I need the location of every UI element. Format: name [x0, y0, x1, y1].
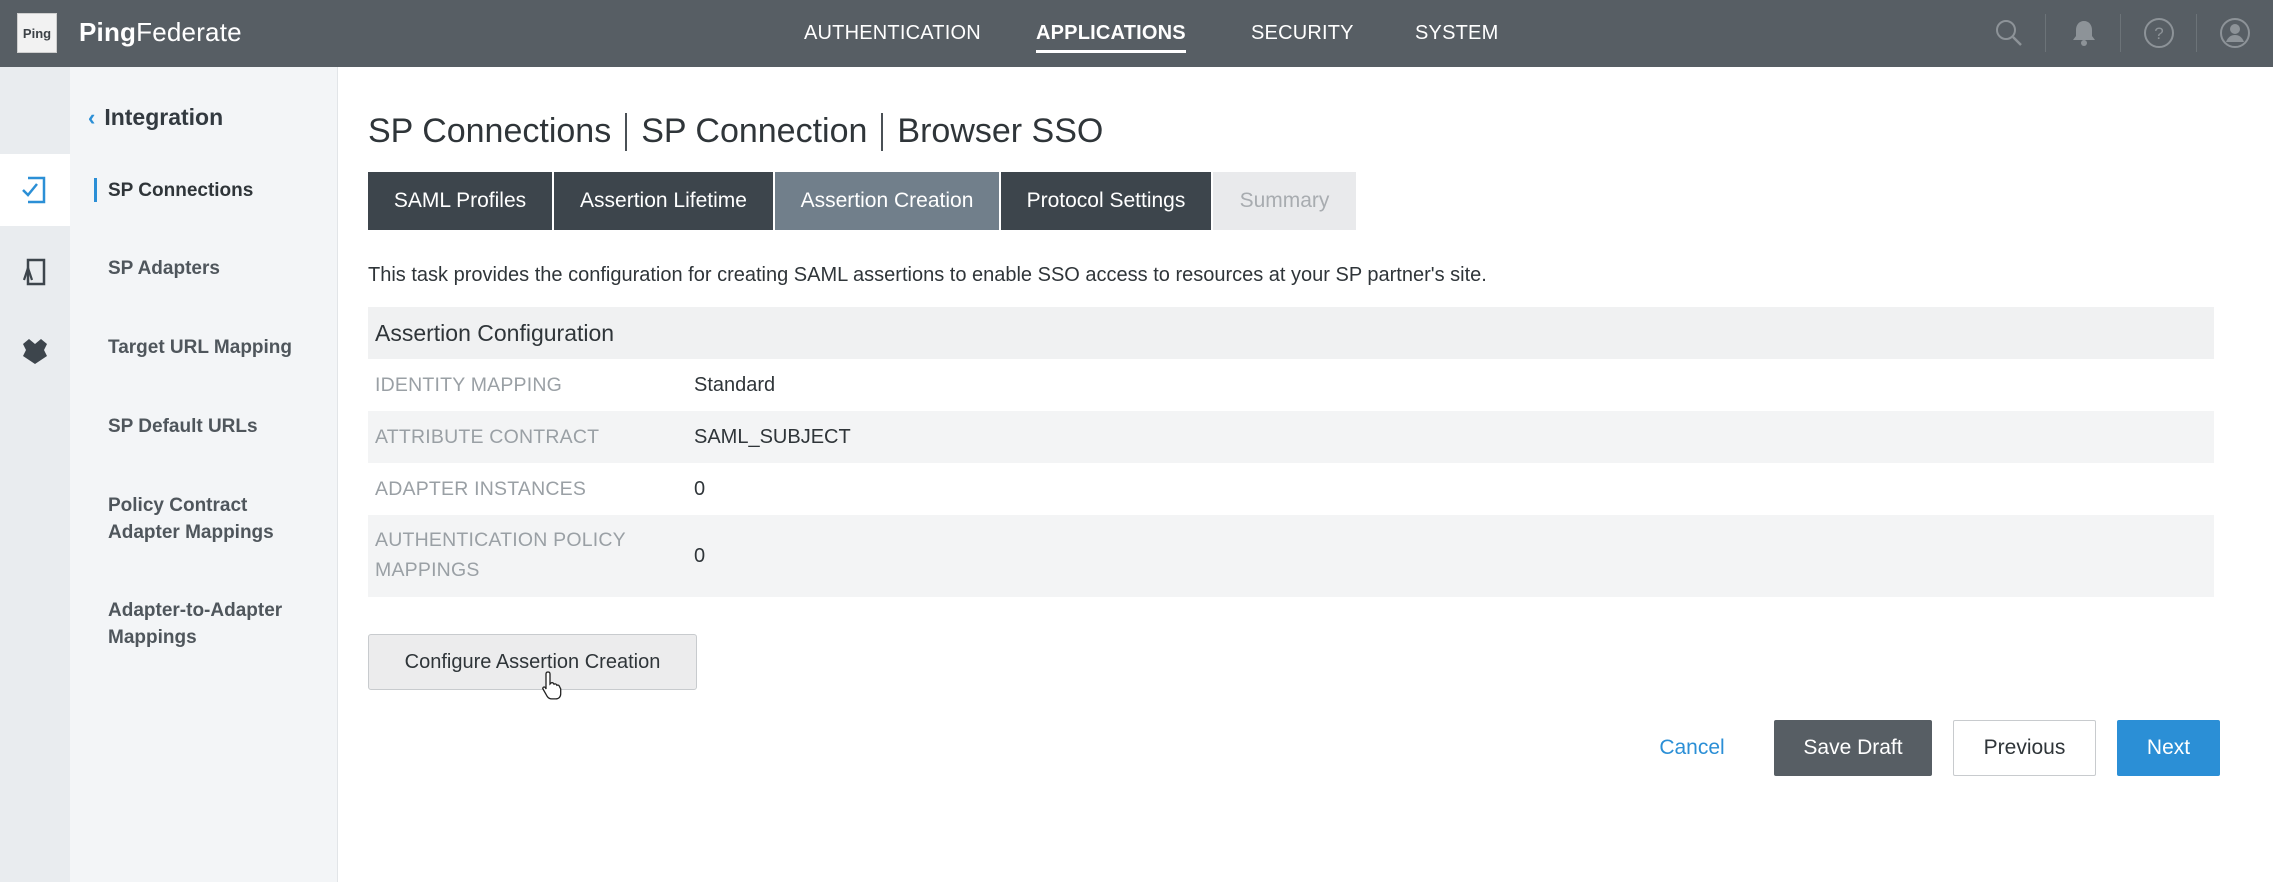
sidebar-item-target-url-mapping[interactable]: Target URL Mapping	[108, 334, 328, 361]
brand-light: Federate	[136, 17, 242, 47]
breadcrumb-separator	[881, 112, 884, 151]
breadcrumb-separator	[625, 112, 628, 151]
help-icon[interactable]: ?	[2142, 16, 2176, 50]
assertion-configuration-panel: Assertion Configuration IDENTITY MAPPING…	[368, 307, 2214, 597]
sidebar-item-sp-adapters[interactable]: SP Adapters	[108, 255, 328, 282]
wizard-tabs: SAML Profiles Assertion Lifetime Asserti…	[368, 172, 1358, 230]
sidebar-item-sp-connections[interactable]: SP Connections	[94, 177, 328, 204]
tab-assertion-creation[interactable]: Assertion Creation	[775, 172, 999, 230]
ping-logo[interactable]: Ping	[17, 13, 57, 53]
divider	[2120, 14, 2121, 52]
sp-adapters-icon[interactable]	[17, 254, 53, 290]
tab-protocol-settings[interactable]: Protocol Settings	[1001, 172, 1211, 230]
config-row: ADAPTER INSTANCES 0	[368, 463, 2214, 515]
nav-security[interactable]: SECURITY	[1251, 22, 1354, 45]
chevron-left-icon: ‹	[88, 104, 96, 130]
config-value: 0	[694, 545, 706, 567]
config-label: ADAPTER INSTANCES	[375, 478, 587, 500]
back-integration[interactable]: ‹ Integration	[88, 104, 223, 131]
config-label: IDENTITY MAPPING	[375, 374, 563, 396]
svg-text:?: ?	[2154, 24, 2163, 43]
tab-saml-profiles[interactable]: SAML Profiles	[368, 172, 552, 230]
divider	[2045, 14, 2046, 52]
top-navigation-bar: Ping PingFederate AUTHENTICATION APPLICA…	[0, 0, 2273, 67]
divider	[2196, 14, 2197, 52]
next-button[interactable]: Next	[2117, 720, 2220, 776]
config-row: ATTRIBUTE CONTRACT SAML_SUBJECT	[368, 411, 2214, 463]
logo-text: Ping	[22, 25, 52, 41]
sp-connections-icon[interactable]	[17, 172, 53, 208]
sidebar-item-sp-default-urls[interactable]: SP Default URLs	[108, 413, 328, 440]
sidebar-heading: Integration	[104, 104, 224, 130]
breadcrumb-sp-connections: SP Connections	[368, 112, 612, 150]
task-description: This task provides the configuration for…	[368, 264, 1487, 286]
config-label: AUTHENTICATION POLICY MAPPINGS	[375, 529, 626, 581]
tab-summary: Summary	[1213, 172, 1356, 230]
sidebar-item-adapter-to-adapter-mappings[interactable]: Adapter-to-Adapter Mappings	[108, 597, 308, 651]
nav-applications[interactable]: APPLICATIONS	[1036, 22, 1186, 53]
nav-authentication[interactable]: AUTHENTICATION	[804, 22, 981, 45]
tab-assertion-lifetime[interactable]: Assertion Lifetime	[554, 172, 773, 230]
config-value: SAML_SUBJECT	[694, 426, 851, 448]
sidebar: ‹ Integration SP Connections SP Adapters …	[70, 67, 338, 882]
config-label: ATTRIBUTE CONTRACT	[375, 426, 600, 448]
hand-cursor-icon	[542, 671, 562, 700]
bell-icon[interactable]	[2067, 16, 2101, 50]
idp-icon[interactable]	[17, 333, 53, 369]
cancel-button[interactable]: Cancel	[1632, 720, 1752, 776]
page-title: SP Connections SP Connection Browser SSO	[368, 112, 1103, 151]
brand-bold: Ping	[79, 17, 137, 47]
save-draft-button[interactable]: Save Draft	[1774, 720, 1932, 776]
previous-button[interactable]: Previous	[1953, 720, 2096, 776]
nav-system[interactable]: SYSTEM	[1415, 22, 1498, 45]
config-heading: Assertion Configuration	[368, 307, 2214, 359]
config-value: Standard	[694, 374, 776, 396]
user-icon[interactable]	[2218, 16, 2252, 50]
config-row: AUTHENTICATION POLICY MAPPINGS 0	[368, 515, 2214, 597]
breadcrumb-browser-sso: Browser SSO	[897, 112, 1104, 150]
brand-name: PingFederate	[79, 17, 242, 48]
config-row: IDENTITY MAPPING Standard	[368, 359, 2214, 411]
search-icon[interactable]	[1992, 16, 2026, 50]
configure-assertion-creation-button[interactable]: Configure Assertion Creation	[368, 634, 697, 690]
config-value: 0	[694, 478, 706, 500]
sidebar-item-policy-contract-adapter-mappings[interactable]: Policy Contract Adapter Mappings	[108, 492, 308, 546]
breadcrumb-sp-connection: SP Connection	[641, 112, 868, 150]
